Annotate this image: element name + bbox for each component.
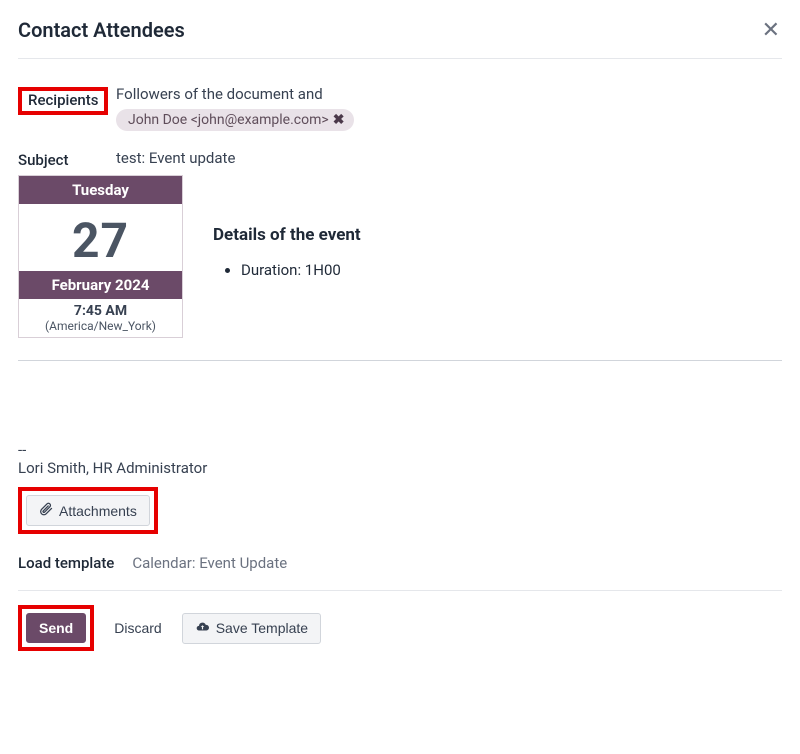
calendar-timezone: (America/New_York) [19, 319, 182, 337]
footer-divider [18, 590, 782, 591]
recipient-tag-remove-icon[interactable]: ✖ [333, 112, 345, 128]
calendar-time: 7:45 AM [19, 299, 182, 319]
contact-attendees-modal: Contact Attendees ✕ Recipients Followers… [0, 0, 800, 665]
calendar-day: 27 [19, 204, 182, 271]
subject-label: Subject [18, 149, 116, 169]
modal-header: Contact Attendees ✕ [18, 18, 782, 44]
load-template-row: Load template Calendar: Event Update [18, 554, 782, 572]
recipients-row: Recipients Followers of the document and… [18, 85, 782, 131]
load-template-value[interactable]: Calendar: Event Update [132, 554, 287, 572]
discard-button[interactable]: Discard [102, 614, 173, 642]
calendar-weekday: Tuesday [19, 176, 182, 204]
paperclip-icon [39, 502, 53, 519]
recipient-tag[interactable]: John Doe <john@example.com>✖ [116, 109, 354, 131]
send-highlight: Send [18, 605, 94, 651]
event-details-title: Details of the event [213, 225, 361, 245]
recipients-label: Recipients [18, 85, 116, 115]
event-details-column: Details of the event Duration: 1H00 [213, 175, 361, 338]
subject-row: Subject test: Event update [18, 149, 782, 169]
save-template-label: Save Template [216, 620, 308, 636]
signature-name: Lori Smith, HR Administrator [18, 459, 782, 477]
save-template-button[interactable]: Save Template [182, 613, 321, 644]
subject-value[interactable]: test: Event update [116, 149, 782, 167]
modal-title: Contact Attendees [18, 18, 185, 42]
attachments-label: Attachments [59, 503, 137, 519]
signature-separator: -- [18, 441, 782, 459]
recipients-highlight: Recipients [18, 87, 108, 115]
footer-buttons: Send Discard Save Template [18, 605, 782, 665]
attachments-highlight: Attachments [18, 487, 158, 534]
event-details-block: Tuesday 27 February 2024 7:45 AM (Americ… [18, 175, 782, 338]
send-button[interactable]: Send [26, 613, 86, 643]
load-template-label: Load template [18, 554, 114, 572]
calendar-card: Tuesday 27 February 2024 7:45 AM (Americ… [18, 175, 183, 338]
event-detail-item: Duration: 1H00 [241, 261, 361, 279]
recipient-tag-text: John Doe <john@example.com> [128, 112, 329, 128]
divider [18, 58, 782, 59]
body-divider [18, 360, 782, 361]
recipients-text: Followers of the document and [116, 85, 323, 103]
calendar-month-year: February 2024 [19, 271, 182, 299]
recipients-value[interactable]: Followers of the document and John Doe <… [116, 85, 782, 131]
cloud-upload-icon [195, 620, 210, 637]
attachments-button[interactable]: Attachments [26, 495, 150, 526]
close-icon[interactable]: ✕ [760, 18, 782, 44]
event-details-list: Duration: 1H00 [241, 261, 361, 279]
